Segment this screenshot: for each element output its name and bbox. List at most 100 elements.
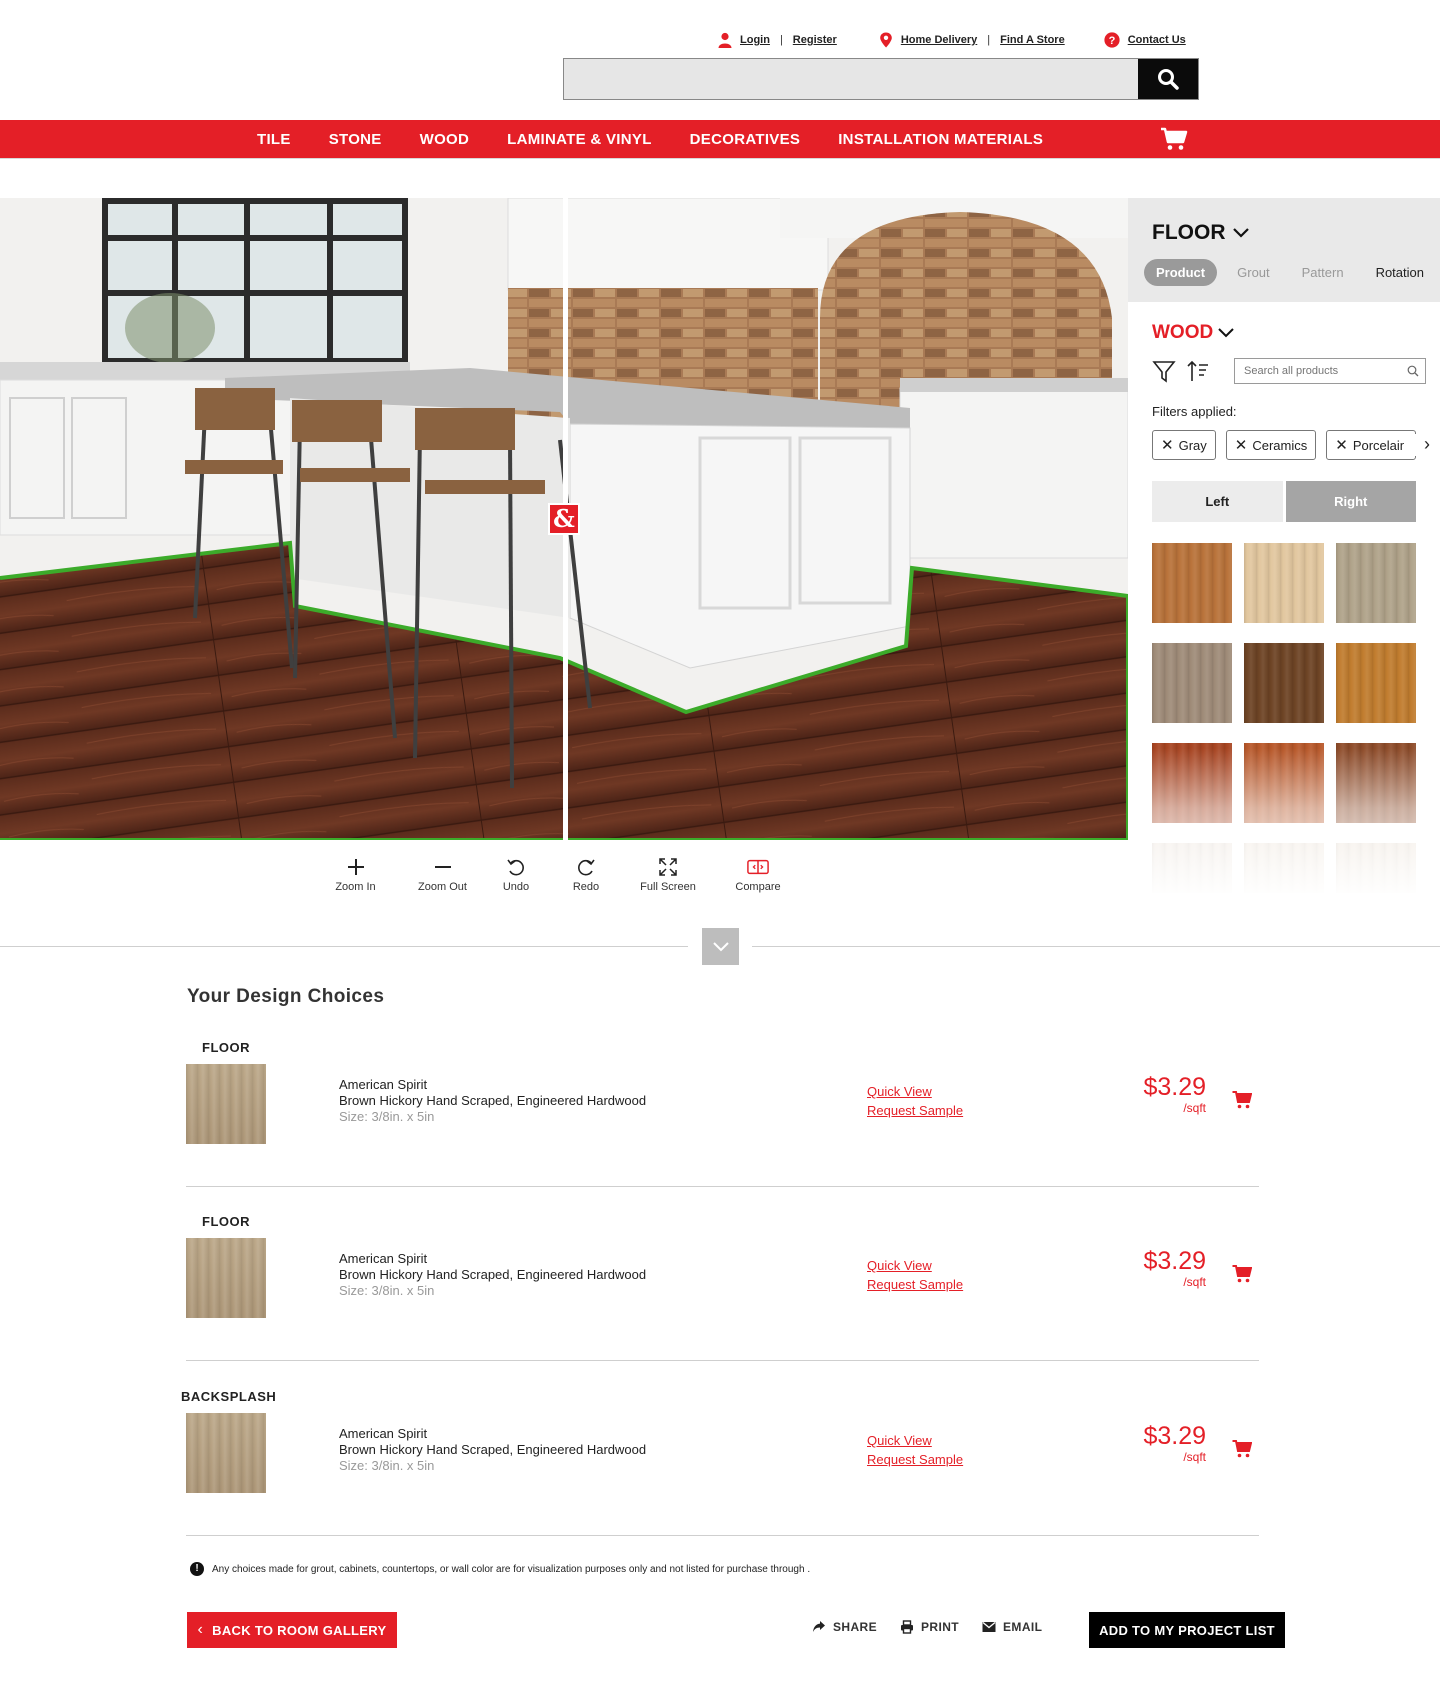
register-link[interactable]: Register (793, 34, 837, 46)
filter-row (1152, 358, 1426, 384)
filter-chip-porcelain[interactable]: ✕ Porcelain (1326, 430, 1417, 460)
collapse-button[interactable] (702, 928, 739, 965)
quick-view-link[interactable]: Quick View (867, 1256, 963, 1275)
add-to-cart-icon[interactable] (1232, 1439, 1252, 1459)
add-to-cart-icon[interactable] (1232, 1090, 1252, 1110)
search-icon (1158, 69, 1179, 90)
search-icon[interactable] (1407, 365, 1419, 377)
separator: | (779, 34, 783, 46)
find-store-link[interactable]: Find A Store (1000, 34, 1065, 46)
tab-product[interactable]: Product (1144, 259, 1218, 286)
login-link[interactable]: Login (740, 34, 770, 46)
chevron-right-icon[interactable]: › (1404, 434, 1434, 456)
nav-stone[interactable]: STONE (329, 131, 382, 148)
search-button[interactable] (1138, 59, 1198, 99)
chevron-left-icon: ‹ (197, 1621, 204, 1638)
filter-chip-gray[interactable]: ✕ Gray (1152, 430, 1216, 460)
zoom-in-button[interactable]: Zoom In (318, 856, 393, 896)
tab-grout[interactable]: Grout (1225, 259, 1282, 286)
category-selector[interactable]: WOOD (1152, 322, 1235, 344)
email-label: EMAIL (1003, 1620, 1043, 1634)
price-unit: /sqft (1183, 1275, 1206, 1289)
row-divider (186, 1535, 1259, 1536)
zoom-in-label: Zoom In (335, 881, 376, 893)
chevron-down-icon (1232, 228, 1249, 238)
grid-fade (1148, 748, 1440, 898)
tab-rotation[interactable]: Rotation (1364, 259, 1436, 286)
undo-icon (507, 859, 524, 876)
product-info: American Spirit Brown Hickory Hand Scrap… (339, 1251, 646, 1299)
share-button[interactable]: SHARE (812, 1620, 877, 1634)
product-swatch[interactable] (1336, 643, 1416, 723)
nav-laminate-vinyl[interactable]: LAMINATE & VINYL (507, 131, 652, 148)
compare-handle-logo[interactable]: & (548, 503, 580, 535)
zoom-out-button[interactable]: Zoom Out (405, 856, 480, 896)
visualization-note: ! Any choices made for grout, cabinets, … (190, 1562, 810, 1576)
full-screen-label: Full Screen (640, 881, 696, 893)
cart-icon[interactable] (1160, 127, 1188, 151)
product-thumbnail[interactable] (186, 1413, 266, 1493)
close-icon[interactable]: ✕ (1335, 436, 1348, 454)
product-swatch[interactable] (1152, 543, 1232, 623)
tab-pattern[interactable]: Pattern (1290, 259, 1356, 286)
store-links: Home Delivery | Find A Store (879, 32, 1065, 48)
redo-label: Redo (572, 881, 600, 893)
redo-button[interactable]: Redo (556, 856, 616, 896)
product-search-input[interactable] (1235, 365, 1407, 377)
price-amount: $3.29 (1143, 1247, 1206, 1275)
zoom-out-label: Zoom Out (418, 881, 467, 893)
back-button-label: BACK TO ROOM GALLERY (212, 1622, 387, 1638)
compare-label: Compare (735, 881, 781, 893)
plus-icon (347, 859, 364, 875)
share-icon (813, 1621, 825, 1632)
nav-wood[interactable]: WOOD (420, 131, 470, 148)
contact-link[interactable]: Contact Us (1128, 34, 1186, 46)
product-swatch[interactable] (1152, 643, 1232, 723)
chip-label: Gray (1178, 437, 1207, 453)
nav-installation-materials[interactable]: INSTALLATION MATERIALS (838, 131, 1043, 148)
account-links: Login | Register (718, 32, 837, 48)
nav-decoratives[interactable]: DECORATIVES (690, 131, 801, 148)
product-links: Quick View Request Sample (867, 1256, 963, 1294)
product-swatch[interactable] (1244, 643, 1324, 723)
side-right-button[interactable]: Right (1285, 481, 1416, 522)
compare-icon (747, 859, 769, 875)
search-input[interactable] (564, 59, 1138, 99)
add-to-cart-icon[interactable] (1232, 1264, 1252, 1284)
product-thumbnail[interactable] (186, 1238, 266, 1318)
home-delivery-link[interactable]: Home Delivery (901, 34, 977, 46)
surface-selector[interactable]: FLOOR (1152, 221, 1250, 245)
close-icon[interactable]: ✕ (1161, 436, 1174, 454)
quick-view-link[interactable]: Quick View (867, 1082, 963, 1101)
product-swatch[interactable] (1244, 543, 1324, 623)
undo-label: Undo (502, 881, 530, 893)
request-sample-link[interactable]: Request Sample (867, 1450, 963, 1469)
product-swatch[interactable] (1336, 543, 1416, 623)
compare-button[interactable]: Compare (718, 856, 798, 896)
map-pin-icon (880, 32, 892, 48)
share-label: SHARE (833, 1620, 878, 1634)
product-info: American Spirit Brown Hickory Hand Scrap… (339, 1077, 646, 1125)
choice-section-label: FLOOR (202, 1214, 250, 1229)
utility-bar: Login | Register Home Delivery | Find A … (718, 30, 1186, 50)
product-price: $3.29 /sqft (1066, 1073, 1206, 1115)
back-to-gallery-button[interactable]: ‹ BACK TO ROOM GALLERY (187, 1612, 397, 1648)
side-left-button[interactable]: Left (1152, 481, 1283, 522)
quick-view-link[interactable]: Quick View (867, 1431, 963, 1450)
product-thumbnail[interactable] (186, 1064, 266, 1144)
choice-section-label: BACKSPLASH (181, 1389, 277, 1404)
filter-chip-ceramics[interactable]: ✕ Ceramics (1225, 430, 1317, 460)
request-sample-link[interactable]: Request Sample (867, 1275, 963, 1294)
filter-icon[interactable] (1152, 359, 1176, 383)
print-button[interactable]: PRINT (900, 1620, 959, 1634)
product-name: Brown Hickory Hand Scraped, Engineered H… (339, 1267, 647, 1282)
product-size: Size: 3/8in. x 5in (339, 1458, 435, 1473)
add-to-project-list-button[interactable]: ADD TO MY PROJECT LIST (1089, 1612, 1285, 1648)
full-screen-button[interactable]: Full Screen (628, 856, 708, 896)
request-sample-link[interactable]: Request Sample (867, 1101, 963, 1120)
close-icon[interactable]: ✕ (1235, 436, 1248, 454)
nav-tile[interactable]: TILE (257, 131, 291, 148)
email-button[interactable]: EMAIL (982, 1620, 1042, 1634)
sort-icon[interactable] (1186, 359, 1210, 383)
undo-button[interactable]: Undo (486, 856, 546, 896)
